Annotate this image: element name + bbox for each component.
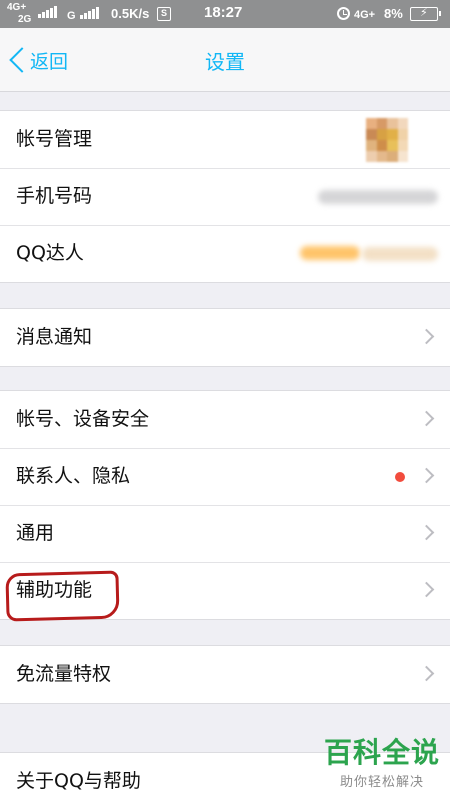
row-label: QQ达人	[16, 242, 84, 264]
row-label: 消息通知	[16, 326, 93, 348]
signal-icon	[38, 6, 57, 18]
settings-group-notification: 消息通知	[0, 308, 450, 367]
settings-row-account-security[interactable]: 帐号、设备安全	[0, 391, 450, 448]
alarm-icon	[337, 7, 350, 20]
row-label: 辅助功能	[16, 579, 93, 601]
row-label: 免流量特权	[16, 663, 112, 685]
row-label: 帐号、设备安全	[16, 408, 150, 430]
signal-icon	[80, 7, 99, 19]
settings-row-account-management[interactable]: 帐号管理	[0, 111, 450, 168]
settings-row-notifications[interactable]: 消息通知	[0, 309, 450, 366]
sim2-network-label: G	[67, 10, 76, 22]
chevron-right-icon	[418, 467, 435, 484]
sim1-type-label: 2G	[18, 14, 32, 25]
watermark-logo: 百科全说 助你轻松解决	[322, 736, 442, 791]
chevron-right-icon	[418, 581, 435, 598]
row-label: 联系人、隐私	[16, 465, 131, 487]
row-label: 通用	[16, 522, 55, 544]
watermark-title: 百科全说	[323, 736, 440, 769]
avatar	[366, 118, 408, 162]
network-speed: 0.5K/s	[111, 6, 150, 21]
settings-row-phone-number[interactable]: 手机号码	[0, 168, 450, 225]
settings-row-accessibility[interactable]: 辅助功能	[0, 562, 450, 619]
sim1-network-label: 4G+	[7, 2, 27, 13]
watermark-subtitle: 助你轻松解决	[339, 775, 424, 790]
page-title: 设置	[205, 50, 245, 74]
nav-bar: 返回 设置	[0, 28, 450, 92]
chevron-right-icon	[418, 328, 435, 345]
settings-row-qq-expert[interactable]: QQ达人	[0, 225, 450, 282]
clock: 18:27	[204, 4, 243, 21]
settings-row-general[interactable]: 通用	[0, 505, 450, 562]
chevron-right-icon	[418, 665, 435, 682]
new-badge-dot	[395, 472, 405, 482]
settings-row-contacts-privacy[interactable]: 联系人、隐私	[0, 448, 450, 505]
row-label: 手机号码	[16, 185, 93, 207]
redacted-value	[318, 190, 438, 204]
right-network-label: 4G+	[354, 9, 376, 21]
chevron-right-icon	[418, 524, 435, 541]
settings-group-data-plan: 免流量特权	[0, 645, 450, 704]
settings-group-general: 帐号、设备安全 联系人、隐私 通用 辅助功能	[0, 390, 450, 620]
chevron-right-icon	[418, 410, 435, 427]
row-label: 关于QQ与帮助	[16, 770, 141, 792]
redacted-value	[362, 247, 438, 261]
redacted-value	[300, 246, 360, 260]
settings-row-free-data-privilege[interactable]: 免流量特权	[0, 646, 450, 703]
row-label: 帐号管理	[16, 128, 93, 150]
battery-charging-icon: ⚡	[410, 7, 441, 21]
settings-group-account: 帐号管理 手机号码 QQ达人	[0, 110, 450, 283]
battery-percent: 8%	[384, 6, 403, 21]
status-bar: 4G+ 2G G 0.5K/s S 18:27 4G+ 8% ⚡	[0, 0, 450, 28]
data-saver-icon: S	[157, 7, 171, 21]
